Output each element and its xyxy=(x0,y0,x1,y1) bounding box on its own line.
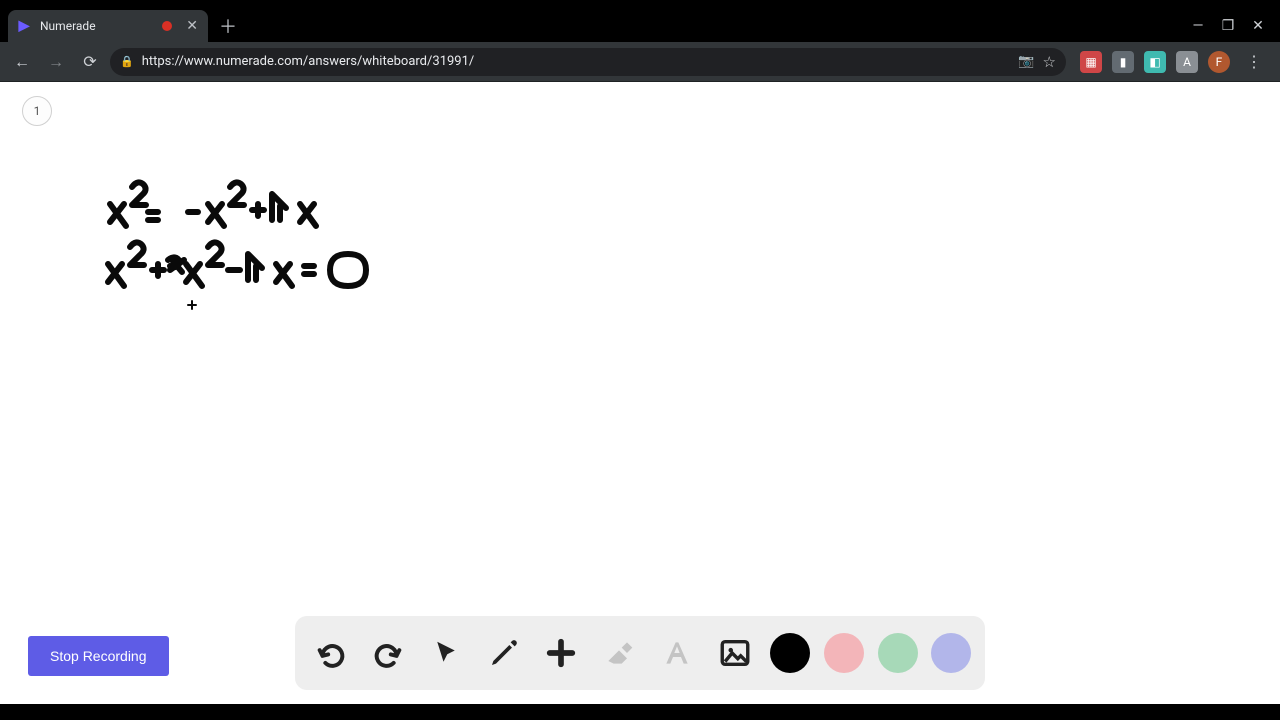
eraser-tool-button[interactable] xyxy=(597,631,641,675)
add-shape-button[interactable] xyxy=(539,631,583,675)
extension-icon-1[interactable]: ▦ xyxy=(1080,51,1102,73)
maximize-restore-button[interactable]: ❐ xyxy=(1220,18,1236,34)
back-button[interactable]: ← xyxy=(8,48,36,76)
pen-tool-button[interactable] xyxy=(482,631,526,675)
url-text: https://www.numerade.com/answers/whitebo… xyxy=(142,54,1011,69)
undo-button[interactable] xyxy=(309,631,353,675)
stop-recording-button[interactable]: Stop Recording xyxy=(28,636,169,676)
bookmark-star-button[interactable]: ☆ xyxy=(1043,53,1056,71)
reload-button[interactable]: ⟳ xyxy=(76,48,104,76)
camera-icon[interactable]: 📷 xyxy=(1018,54,1034,69)
forward-button[interactable]: → xyxy=(42,48,70,76)
pointer-tool-button[interactable] xyxy=(424,631,468,675)
whiteboard-canvas[interactable] xyxy=(0,82,1280,704)
redo-icon xyxy=(371,636,405,670)
undo-icon xyxy=(314,636,348,670)
tab-title: Numerade xyxy=(40,19,96,33)
page-content: 1 xyxy=(0,82,1280,704)
plus-icon xyxy=(544,636,578,670)
color-swatch-green[interactable] xyxy=(878,633,918,673)
extension-icon-2[interactable]: ◧ xyxy=(1144,51,1166,73)
close-window-button[interactable]: ✕ xyxy=(1250,18,1266,34)
eraser-icon xyxy=(603,637,635,669)
address-bar[interactable]: 🔒 https://www.numerade.com/answers/white… xyxy=(110,48,1066,76)
browser-menu-button[interactable]: ⋮ xyxy=(1240,48,1268,76)
color-swatch-lavender[interactable] xyxy=(931,633,971,673)
lock-icon: 🔒 xyxy=(120,55,134,68)
extension-icon-3[interactable]: A xyxy=(1176,51,1198,73)
text-tool-button[interactable] xyxy=(655,631,699,675)
new-tab-button[interactable]: ＋ xyxy=(214,12,242,40)
color-swatch-pink[interactable] xyxy=(824,633,864,673)
whiteboard-toolbar xyxy=(295,616,985,690)
redo-button[interactable] xyxy=(366,631,410,675)
numerade-favicon: ▶ xyxy=(16,18,32,34)
minimize-button[interactable]: — xyxy=(1190,18,1206,34)
image-tool-button[interactable] xyxy=(713,631,757,675)
text-icon xyxy=(661,637,693,669)
pen-icon xyxy=(488,637,520,669)
recording-indicator-icon xyxy=(162,21,172,31)
image-icon xyxy=(718,636,752,670)
close-tab-button[interactable]: ✕ xyxy=(186,18,198,34)
extension-divider-icon: ▮ xyxy=(1112,51,1134,73)
color-swatch-black[interactable] xyxy=(770,633,810,673)
pointer-icon xyxy=(431,638,461,668)
browser-tab[interactable]: ▶ Numerade ✕ xyxy=(8,10,208,42)
profile-avatar[interactable]: F xyxy=(1208,51,1230,73)
